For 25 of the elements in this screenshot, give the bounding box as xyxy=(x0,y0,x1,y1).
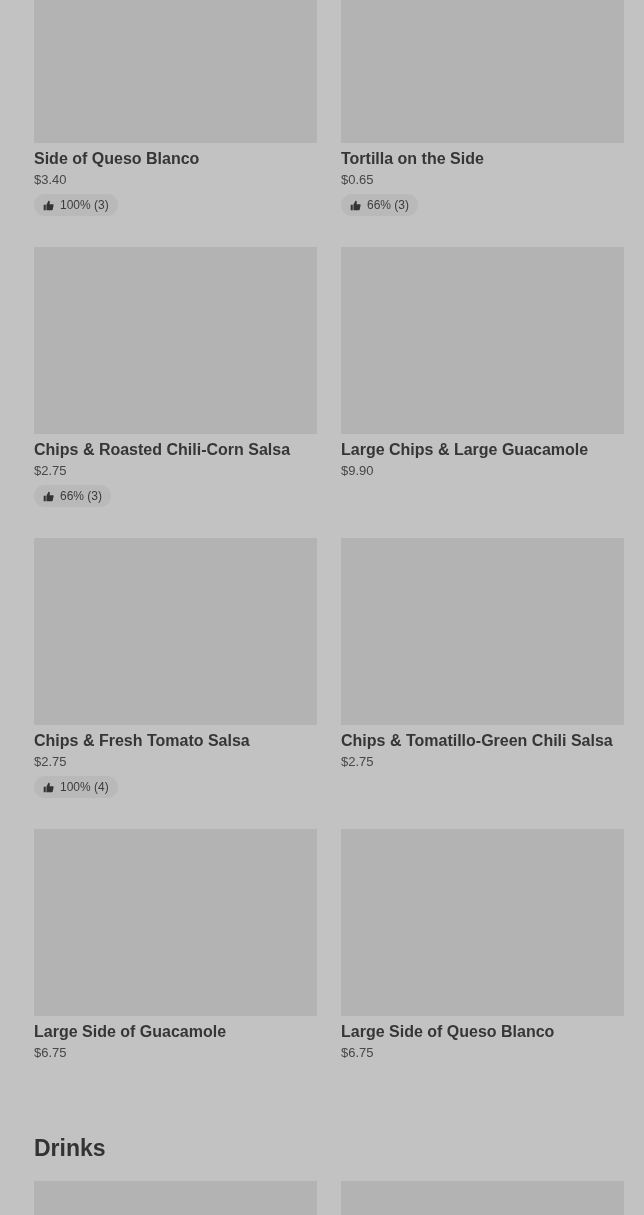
thumbs-up-icon xyxy=(350,199,361,211)
item-name: Tortilla on the Side xyxy=(341,149,485,169)
item-price: $6.75 xyxy=(34,1044,68,1062)
item-name: Large Side of Queso Blanco xyxy=(341,1022,556,1042)
item-name: Large Side of Guacamole xyxy=(34,1022,228,1042)
thumbs-up-icon xyxy=(43,199,54,211)
item-name: Side of Queso Blanco xyxy=(34,149,201,169)
thumbs-up-icon xyxy=(43,490,54,502)
item-name: Chips & Tomatillo-Green Chili Salsa xyxy=(341,731,614,751)
item-price: $2.75 xyxy=(34,462,68,480)
item-name: Chips & Fresh Tomato Salsa xyxy=(34,731,251,751)
item-price: $2.75 xyxy=(34,753,68,771)
rating-text: 66% (3) xyxy=(60,488,103,505)
rating-text: 66% (3) xyxy=(367,197,410,214)
thumbs-up-icon xyxy=(43,781,54,793)
item-price: $9.90 xyxy=(341,462,375,480)
item-price: $6.75 xyxy=(341,1044,375,1062)
rating-text: 100% (4) xyxy=(60,779,109,796)
item-price: $2.75 xyxy=(341,753,375,771)
item-name: Chips & Roasted Chili-Corn Salsa xyxy=(34,440,292,460)
item-price: $3.40 xyxy=(34,171,68,189)
section-heading: Drinks xyxy=(34,1134,107,1163)
item-price: $0.65 xyxy=(341,171,375,189)
rating-text: 100% (3) xyxy=(60,197,109,214)
item-name: Large Chips & Large Guacamole xyxy=(341,440,590,460)
